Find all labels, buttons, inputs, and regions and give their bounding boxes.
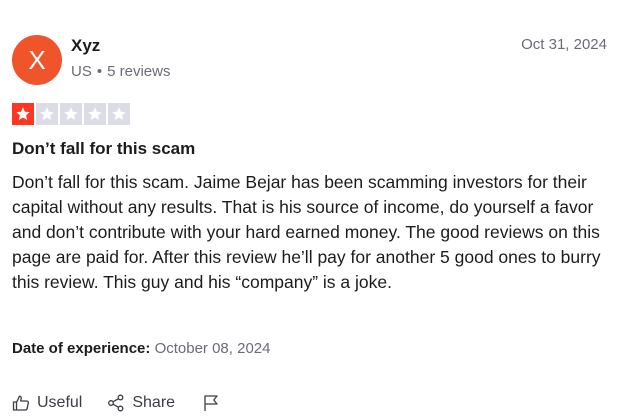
reviewer-name[interactable]: Xyz bbox=[71, 36, 100, 56]
star-filled-icon bbox=[12, 103, 34, 125]
star-empty-icon bbox=[60, 103, 82, 125]
star-empty-icon bbox=[84, 103, 106, 125]
share-button[interactable]: Share bbox=[107, 394, 175, 412]
useful-button[interactable]: Useful bbox=[12, 394, 82, 412]
meta-separator: • bbox=[96, 63, 103, 80]
star-rating bbox=[12, 103, 130, 125]
review-title[interactable]: Don’t fall for this scam bbox=[12, 139, 195, 159]
share-label: Share bbox=[132, 394, 176, 411]
experience-date: October 08, 2024 bbox=[154, 340, 271, 357]
avatar[interactable]: X bbox=[12, 35, 62, 85]
share-icon bbox=[107, 394, 125, 412]
report-button[interactable] bbox=[202, 394, 220, 412]
star-empty-icon bbox=[108, 103, 130, 125]
review-actions: Useful Share bbox=[12, 394, 220, 412]
star-empty-icon bbox=[36, 103, 58, 125]
useful-label: Useful bbox=[37, 394, 83, 411]
reviewer-review-count: 5 reviews bbox=[107, 63, 171, 80]
flag-icon bbox=[202, 394, 220, 412]
reviewer-country: US bbox=[71, 63, 92, 80]
reviewer-meta: US • 5 reviews bbox=[71, 63, 170, 80]
review-card: X Xyz US • 5 reviews Oct 31, 2024 Don’t … bbox=[0, 0, 631, 420]
date-of-experience: Date of experience: October 08, 2024 bbox=[12, 340, 270, 357]
review-date: Oct 31, 2024 bbox=[521, 36, 607, 53]
avatar-initial: X bbox=[28, 44, 46, 75]
experience-label: Date of experience: bbox=[12, 340, 151, 357]
review-body: Don’t fall for this scam. Jaime Bejar ha… bbox=[12, 172, 601, 292]
thumbs-up-icon bbox=[12, 394, 30, 412]
